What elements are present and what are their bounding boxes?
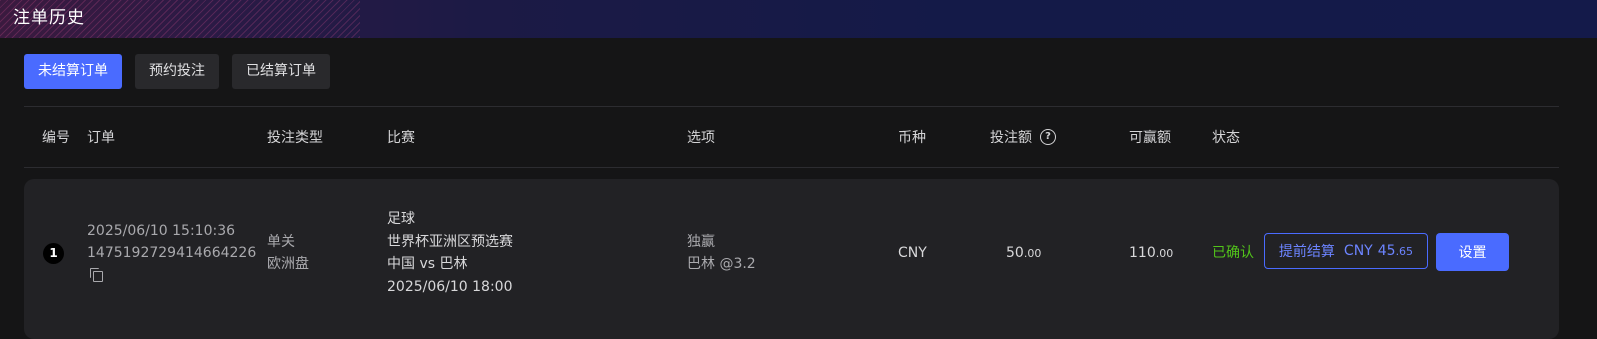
col-header-stake: 投注额 ? <box>990 127 1056 147</box>
payout-decimal: .00 <box>1155 247 1174 260</box>
order-time: 2025/06/10 15:10:36 <box>87 223 236 239</box>
tab-settled-orders[interactable]: 已结算订单 <box>232 54 330 89</box>
page-header: 注单历史 <box>0 0 1597 38</box>
row-index-badge: 1 <box>43 243 64 264</box>
copy-icon[interactable] <box>90 268 104 282</box>
page-title: 注单历史 <box>13 8 85 28</box>
col-header-selection: 选项 <box>687 130 715 146</box>
cashout-currency: CNY <box>1343 243 1373 259</box>
col-header-order: 订单 <box>87 130 115 146</box>
col-header-status: 状态 <box>1212 130 1240 146</box>
col-header-match: 比赛 <box>387 130 415 146</box>
tab-scheduled-bets[interactable]: 预约投注 <box>135 54 219 89</box>
payout-int: 110 <box>1129 245 1156 261</box>
col-header-bet-type: 投注类型 <box>267 130 323 146</box>
pick: 巴林 @3.2 <box>687 256 756 272</box>
market: 独赢 <box>687 234 715 250</box>
sport: 足球 <box>387 211 415 227</box>
stake-amount: 50.00 <box>1006 242 1041 266</box>
payout-amount: 110.00 <box>1129 242 1173 266</box>
divider <box>24 106 1559 107</box>
order-id: 1475192729414664226 <box>87 245 257 261</box>
teams: 中国 vs 巴林 <box>387 256 468 272</box>
match-time: 2025/06/10 18:00 <box>387 279 513 295</box>
stake-int: 50 <box>1006 245 1024 261</box>
col-header-index: 编号 <box>42 130 70 146</box>
order-tabs: 未结算订单 预约投注 已结算订单 <box>24 54 330 89</box>
help-circle-icon[interactable]: ? <box>1040 129 1056 145</box>
cashout-label: 提前结算 <box>1278 244 1335 260</box>
stake-decimal: .00 <box>1023 247 1042 260</box>
cashout-int: 45 <box>1377 243 1396 259</box>
col-header-payout: 可赢额 <box>1129 130 1171 146</box>
divider <box>24 167 1559 168</box>
tab-unsettled-orders[interactable]: 未结算订单 <box>24 54 122 89</box>
league: 世界杯亚洲区预选赛 <box>387 234 513 250</box>
col-header-stake-label: 投注额 <box>990 130 1032 146</box>
odds-format: 欧洲盘 <box>267 256 309 272</box>
status-badge: 已确认 <box>1212 245 1254 261</box>
settings-button[interactable]: 设置 <box>1436 233 1509 271</box>
bet-type: 单关 <box>267 234 295 250</box>
col-header-currency: 币种 <box>898 130 926 146</box>
cashout-button[interactable]: 提前结算 CNY 45.65 <box>1264 233 1428 269</box>
currency: CNY <box>898 245 927 261</box>
cashout-decimal: .65 <box>1395 244 1414 258</box>
